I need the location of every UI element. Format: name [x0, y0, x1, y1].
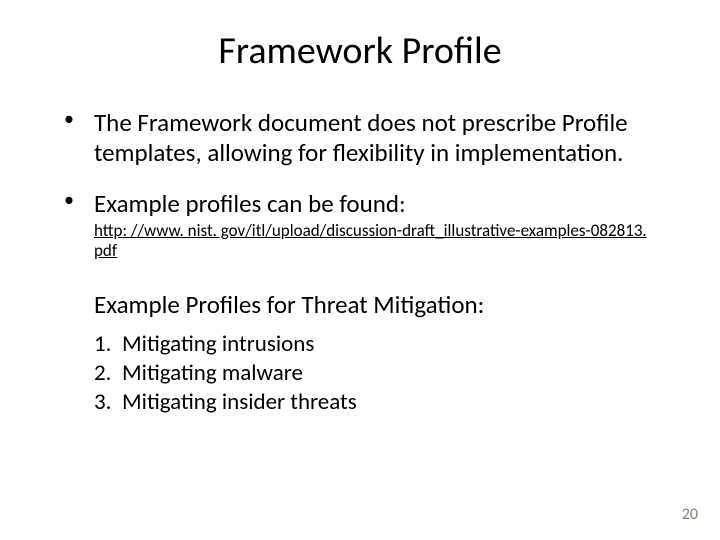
list-item: 2.Mitigating malware	[122, 359, 660, 388]
list-item: 1.Mitigating intrusions	[122, 330, 660, 359]
list-number: 3.	[94, 388, 111, 417]
bullet-item: Example profiles can be found: http: //w…	[94, 189, 660, 261]
list-text: Mitigating intrusions	[122, 330, 314, 358]
example-link[interactable]: http: //www. nist. gov/itl/upload/discus…	[94, 221, 660, 262]
subheading: Example Profiles for Threat Mitigation:	[94, 289, 660, 320]
list-number: 1.	[94, 330, 111, 359]
numbered-list: 1.Mitigating intrusions 2.Mitigating mal…	[94, 330, 660, 416]
page-number: 20	[682, 505, 698, 524]
bullet-text: Example profiles can be found:	[94, 188, 406, 219]
slide-title: Framework Profile	[60, 28, 660, 74]
list-number: 2.	[94, 359, 111, 388]
slide: Framework Profile The Framework document…	[0, 0, 720, 540]
list-item: 3.Mitigating insider threats	[122, 388, 660, 417]
list-text: Mitigating malware	[122, 359, 303, 387]
bullet-list: The Framework document does not prescrib…	[60, 108, 660, 261]
list-text: Mitigating insider threats	[122, 388, 357, 416]
bullet-item: The Framework document does not prescrib…	[94, 108, 660, 167]
